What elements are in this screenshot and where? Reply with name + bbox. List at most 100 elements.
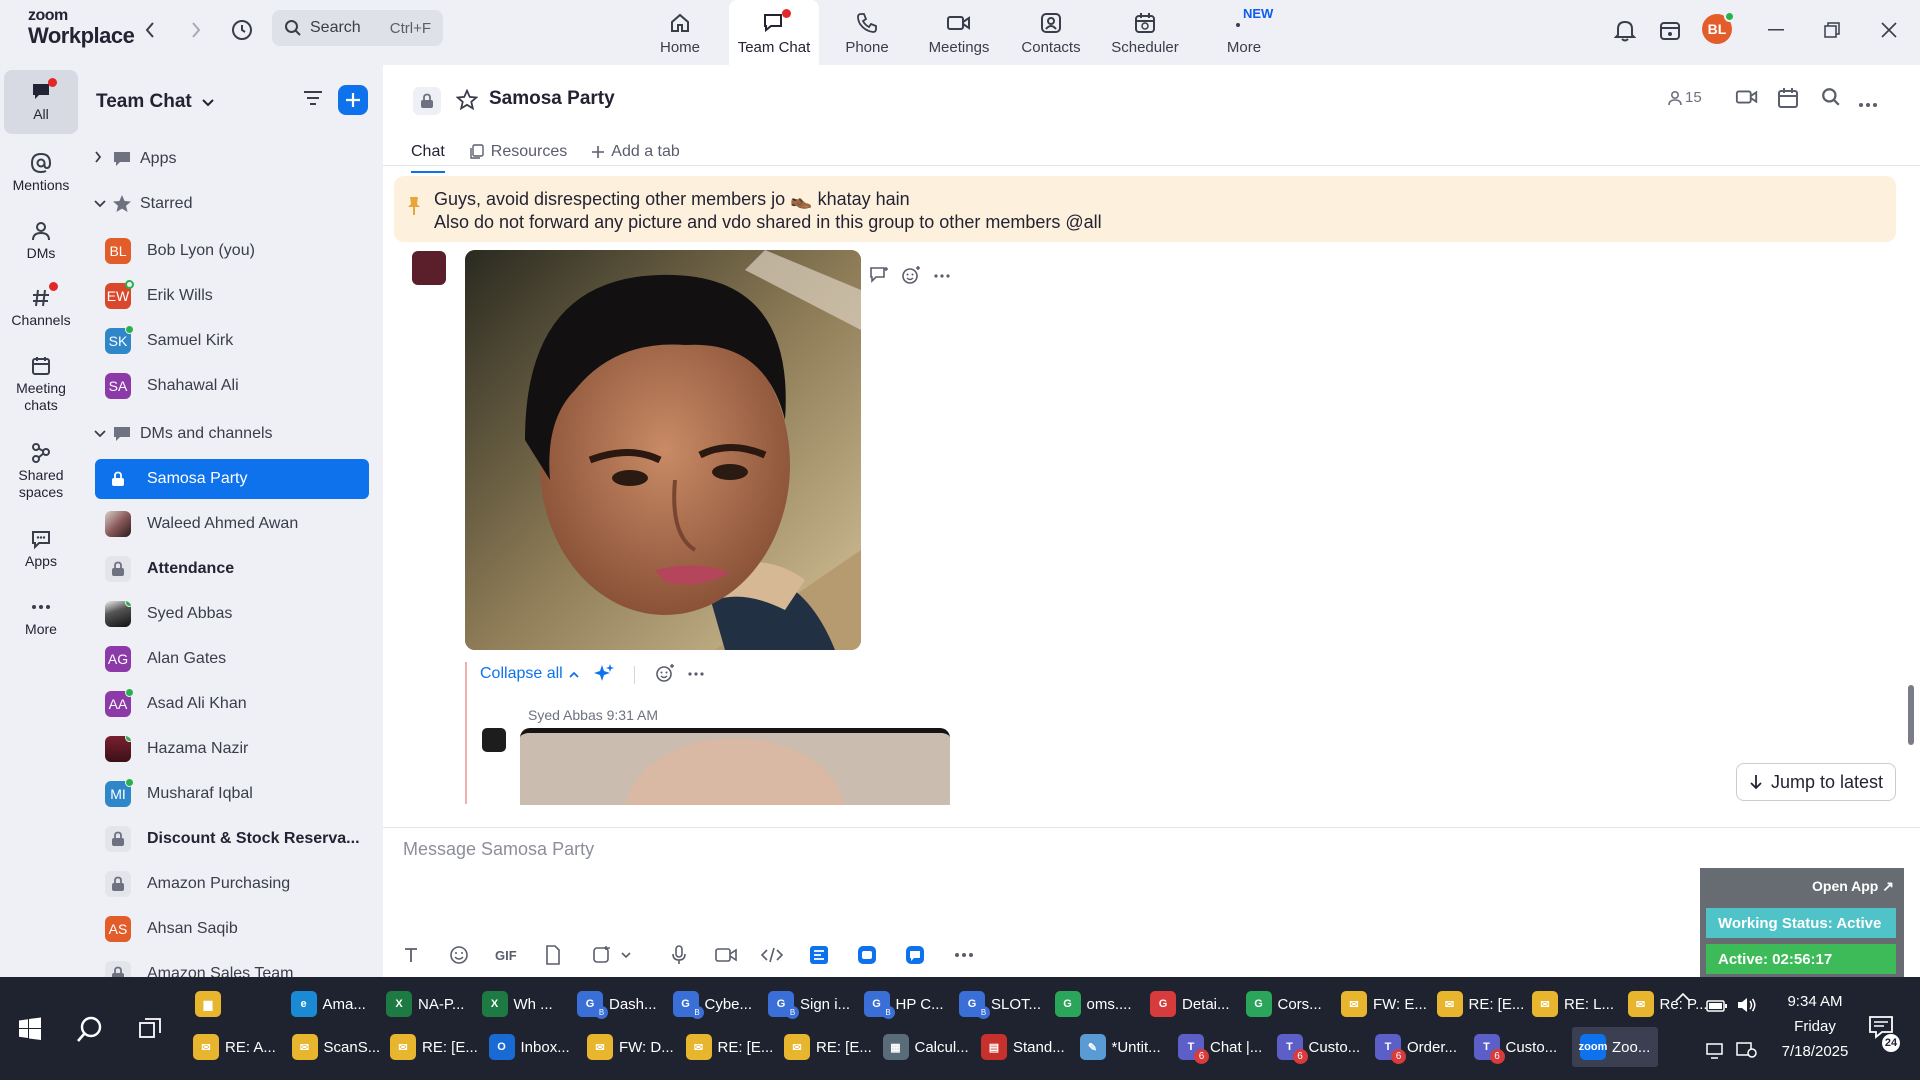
open-app-button[interactable]: Open App ↗ [1812,878,1894,895]
profile-avatar[interactable]: BL [1702,11,1735,44]
minimize-icon[interactable] [1762,16,1790,44]
battery-icon[interactable] [1706,999,1728,1018]
tab-chat[interactable]: Chat [411,137,445,173]
more-icon[interactable] [953,943,975,967]
section-dms-channels[interactable]: DMs and channels [94,422,273,446]
sidebar-item-alan-gates[interactable]: AG Alan Gates [95,639,369,679]
task-view-icon[interactable] [138,1017,162,1046]
taskbar-item[interactable]: ▦ Calcul... [882,1027,969,1067]
rail-more[interactable]: More [4,593,78,638]
sidebar-item-asad-ali-khan[interactable]: AA Asad Ali Khan [95,684,369,724]
taskbar-item[interactable]: ✉ RE: L... [1532,984,1614,1024]
scrollbar[interactable] [1906,170,1916,870]
restore-icon[interactable] [1818,16,1846,44]
rail-mentions[interactable]: Mentions [4,149,78,194]
taskbar-item[interactable]: G B SLOT... [959,984,1041,1024]
format-text-icon[interactable] [403,943,419,967]
sidebar-item-discount-stock[interactable]: Discount & Stock Reserva... [95,819,369,859]
sidebar-item-samuel-kirk[interactable]: SK Samuel Kirk [95,321,369,361]
sidebar-item-shahawal-ali[interactable]: SA Shahawal Ali [95,366,369,406]
taskbar-item[interactable]: ✉ RE: [E... [1436,984,1524,1024]
sidebar-item-amazon-sales-team[interactable]: Amazon Sales Team [95,954,369,977]
taskbar-item[interactable]: T 6 Order... [1375,1027,1457,1067]
video-message-icon[interactable] [715,943,737,967]
sender-avatar[interactable] [482,728,506,752]
close-icon[interactable] [1875,16,1903,44]
taskbar-item[interactable]: ✉ Re: P... [1627,984,1708,1024]
taskbar-item[interactable]: G B Sign i... [768,984,850,1024]
chevron-up-icon[interactable] [1675,989,1691,1007]
taskbar-item[interactable]: T 6 Chat |... [1178,1027,1262,1067]
rail-channels[interactable]: Channels [4,282,78,329]
working-status[interactable]: Working Status: Active [1706,908,1896,938]
more-icon[interactable] [933,265,951,285]
connect-icon[interactable] [1736,1041,1758,1064]
microphone-icon[interactable] [671,943,687,967]
taskbar-item[interactable]: ✉ FW: E... [1341,984,1427,1024]
volume-icon[interactable] [1736,996,1758,1019]
collapse-all-button[interactable]: Collapse all [480,665,579,683]
sidebar-title[interactable]: Team Chat [96,91,214,113]
tab-resources[interactable]: Resources [469,137,567,167]
section-apps[interactable]: Apps [94,147,176,171]
sidebar-item-amazon-purchasing[interactable]: Amazon Purchasing [95,864,369,904]
nav-scheduler[interactable]: Scheduler [1100,0,1190,65]
search-icon[interactable] [75,1015,105,1050]
nav-meetings[interactable]: Meetings [914,0,1004,65]
video-icon[interactable] [1735,87,1759,112]
add-reaction-icon[interactable] [901,265,921,285]
more-options-icon[interactable] [1857,95,1879,113]
taskbar-item[interactable]: G B HP C... [863,984,944,1024]
rail-apps[interactable]: Apps [4,525,78,570]
nav-contacts[interactable]: Contacts [1006,0,1096,65]
sidebar-item-attendance[interactable]: Attendance [95,549,369,589]
taskbar-item[interactable]: T 6 Custo... [1276,1027,1360,1067]
screenshot-icon[interactable] [591,943,611,967]
taskbar-item[interactable]: G B Cybe... [672,984,752,1024]
members-button[interactable]: 15 [1668,89,1702,106]
sidebar-item-samosa-party[interactable]: Samosa Party [95,459,369,499]
sidebar-item-musharaf-iqbal[interactable]: MI Musharaf Iqbal [95,774,369,814]
message-input[interactable]: Message Samosa Party [403,839,594,860]
app-integration-icon[interactable] [905,943,925,967]
calendar-icon[interactable] [1777,87,1799,114]
taskbar-item[interactable]: ✉ RE: [E... [685,1027,773,1067]
taskbar-item[interactable]: ✉ ScanS... [291,1027,380,1067]
taskbar-item[interactable]: ▤ Stand... [981,1027,1065,1067]
sidebar-item-syed-abbas[interactable]: Syed Abbas [95,594,369,634]
sidebar-item-hazama-nazir[interactable]: Hazama Nazir [95,729,369,769]
nav-team-chat[interactable]: Team Chat [729,0,819,65]
nav-phone[interactable]: Phone [822,0,912,65]
app-integration-icon[interactable] [857,943,877,967]
taskbar-item[interactable]: zoom Zoo... [1572,1027,1659,1067]
filter-icon[interactable] [302,89,324,112]
taskbar-item[interactable]: X NA-P... [386,984,464,1024]
shared-photo[interactable] [520,728,950,805]
taskbar-item[interactable]: ✉ RE: [E... [784,1027,872,1067]
tab-add[interactable]: Add a tab [591,137,680,167]
star-icon[interactable] [455,88,479,116]
search-icon[interactable] [1821,87,1841,112]
sidebar-item-ahsan-saqib[interactable]: AS Ahsan Saqib [95,909,369,949]
bell-icon[interactable] [1611,16,1639,44]
emoji-icon[interactable] [449,943,469,967]
new-chat-button[interactable] [338,85,368,115]
rail-meeting-chats[interactable]: Meeting chats [4,352,78,414]
app-integration-icon[interactable] [809,943,829,967]
taskbar-item[interactable]: Goms.... [1054,984,1132,1024]
code-snippet-icon[interactable] [761,943,783,967]
sidebar-item-bob-lyon[interactable]: BL Bob Lyon (you) [95,231,369,271]
nav-home[interactable]: Home [635,0,725,65]
calendar-icon[interactable] [1656,16,1684,44]
sidebar-item-erik-wills[interactable]: EW Erik Wills [95,276,369,316]
taskbar-item[interactable]: ▆ [195,984,221,1024]
windows-start-icon[interactable] [18,1017,42,1046]
reply-thread-icon[interactable] [869,265,889,285]
notification-center-icon[interactable]: 24 [1868,1015,1900,1052]
forward-icon[interactable] [182,16,210,44]
history-icon[interactable] [228,16,256,44]
taskbar-item[interactable]: ✎ *Untit... [1079,1027,1161,1067]
system-clock[interactable]: 9:34 AM Friday 7/18/2025 [1770,989,1860,1064]
back-icon[interactable] [136,16,164,44]
taskbar-item[interactable]: X Wh ... [481,984,553,1024]
